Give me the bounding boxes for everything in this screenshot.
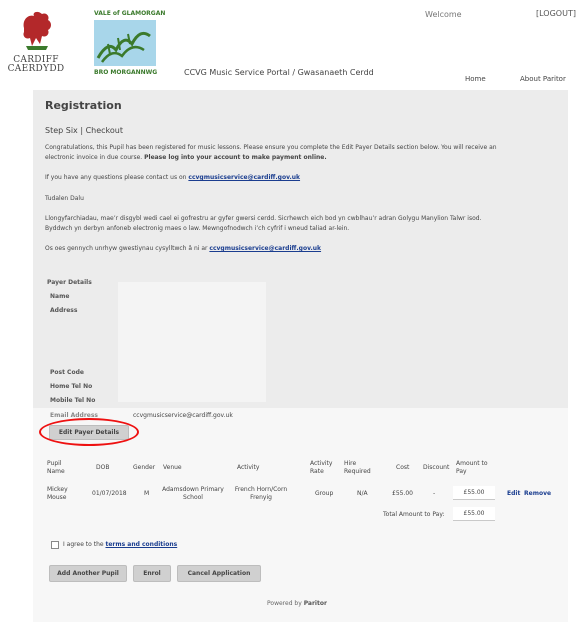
highlight-circle: [39, 418, 139, 446]
payer-email-value: ccvgmusicservice@cardiff.gov.uk: [133, 412, 233, 419]
step-heading: Step Six | Checkout: [45, 126, 123, 135]
row-gender: M: [144, 490, 150, 497]
row-discount: -: [433, 490, 436, 497]
header-hire-required: Hire Required: [344, 460, 371, 476]
header-amount-line2: Pay: [456, 468, 467, 475]
confirmation-text-prefix: electronic invoice in due course.: [45, 154, 145, 161]
header-activity-rate-line1: Activity: [310, 460, 333, 467]
welcome-text: Welcome: [425, 10, 462, 19]
vale-waves-icon: [96, 31, 151, 63]
logout-link[interactable]: [LOGOUT]: [536, 9, 576, 18]
row-remove-link[interactable]: Remove: [524, 490, 551, 497]
header-amount-to-pay: Amount to Pay: [456, 460, 488, 476]
confirmation-text-bold: Please log into your account to make pay…: [144, 154, 327, 161]
payer-mobile-tel-label: Mobile Tel No: [50, 397, 96, 404]
welsh-contact-email-link[interactable]: ccvgmusicservice@cardiff.gov.uk: [209, 245, 321, 252]
row-cost: £55.00: [392, 490, 413, 497]
header-pupil-name: Pupil Name: [47, 460, 65, 476]
header-activity: Activity: [237, 464, 260, 471]
vale-logo-top-text: VALE of GLAMORGAN: [94, 10, 166, 17]
row-venue-line1: Adamsdown Primary: [162, 486, 224, 493]
payer-home-tel-label: Home Tel No: [50, 383, 93, 390]
welsh-contact-prefix: Os oes gennych unrhyw gwestiynau cysyllt…: [45, 245, 210, 252]
payer-name-label: Name: [50, 293, 70, 300]
footer-prefix: Powered by: [267, 600, 304, 607]
confirmation-text-line2: electronic invoice in due course. Please…: [45, 153, 327, 163]
add-another-pupil-button[interactable]: Add Another Pupil: [49, 565, 127, 582]
header-cost: Cost: [396, 464, 410, 471]
cardiff-logo: CARDIFF CAERDYDD: [6, 6, 66, 84]
header-dob: DOB: [96, 464, 110, 471]
welsh-text-line1: Llongyfarchiadau, mae’r disgybl wedi cae…: [45, 215, 482, 222]
vale-of-glamorgan-logo: VALE of GLAMORGAN BRO MORGANNWG: [94, 10, 166, 78]
payer-details-title: Payer Details: [47, 279, 92, 286]
contact-email-link[interactable]: ccvgmusicservice@cardiff.gov.uk: [188, 174, 300, 181]
row-activity-line2: Frenyig: [250, 494, 272, 501]
row-pupil-name: Mickey Mouse: [47, 486, 68, 502]
welsh-contact-line: Os oes gennych unrhyw gwestiynau cysyllt…: [45, 244, 321, 254]
row-venue-line2: School: [183, 494, 203, 501]
dragon-icon: [23, 11, 51, 50]
row-hire-required: N/A: [357, 490, 368, 497]
header-discount: Discount: [423, 464, 450, 471]
cancel-application-button[interactable]: Cancel Application: [177, 565, 261, 582]
footer-brand: Paritor: [303, 600, 327, 607]
portal-title: CCVG Music Service Portal / Gwasanaeth C…: [184, 68, 374, 77]
welsh-text-line2: Byddwch yn derbyn anfoneb electronig mae…: [45, 225, 350, 232]
header-hire-line1: Hire: [344, 460, 357, 467]
row-activity-rate: Group: [315, 490, 334, 497]
row-activity-line1: French Horn/Corn: [234, 486, 288, 493]
tudalen-heading: Tudalen Dalu: [45, 195, 84, 202]
caerdydd-logo-text: CAERDYDD: [7, 64, 65, 74]
nav-about-link[interactable]: About Paritor: [520, 75, 566, 83]
terms-line: I agree to the terms and conditions: [63, 540, 177, 550]
row-pupil-last: Mouse: [47, 494, 67, 501]
header-hire-line2: Required: [344, 468, 371, 475]
header-activity-rate: Activity Rate: [310, 460, 332, 476]
payer-postcode-label: Post Code: [50, 369, 84, 376]
terms-link[interactable]: terms and conditions: [105, 541, 177, 548]
total-amount-label: Total Amount to Pay:: [383, 511, 445, 518]
contact-prefix: If you have any questions please contact…: [45, 174, 189, 181]
page-title: Registration: [45, 99, 122, 112]
contact-line: If you have any questions please contact…: [45, 173, 300, 183]
row-venue: Adamsdown Primary School: [161, 486, 225, 502]
site-header: CARDIFF CAERDYDD VALE of GLAMORGAN BRO M…: [0, 0, 583, 90]
payer-address-label: Address: [50, 307, 78, 314]
header-venue: Venue: [163, 464, 182, 471]
nav-home-link[interactable]: Home: [465, 75, 486, 83]
vale-logo-graphic: [94, 20, 156, 66]
payer-details-values-box: [118, 282, 266, 402]
header-activity-rate-line2: Rate: [310, 468, 324, 475]
row-activity: French Horn/Corn Frenyig: [229, 486, 293, 502]
row-dob: 01/07/2018: [92, 490, 127, 497]
row-pupil-first: Mickey: [47, 486, 68, 493]
footer-powered-by: Powered by Paritor: [267, 600, 327, 607]
vale-logo-bottom-text: BRO MORGANNWG: [94, 69, 158, 76]
header-pupil-line2: Name: [47, 468, 65, 475]
registration-panel: Registration Step Six | Checkout Congrat…: [33, 90, 568, 622]
terms-checkbox[interactable]: [51, 541, 59, 549]
enrol-button[interactable]: Enrol: [133, 565, 171, 582]
header-pupil-line1: Pupil: [47, 460, 62, 467]
header-amount-line1: Amount to: [456, 460, 488, 467]
row-amount-to-pay: £55.00: [453, 486, 495, 500]
total-amount-value: £55.00: [453, 507, 495, 521]
header-gender: Gender: [133, 464, 156, 471]
row-edit-link[interactable]: Edit: [507, 490, 520, 497]
terms-prefix: I agree to the: [63, 541, 106, 548]
confirmation-text-line1: Congratulations, this Pupil has been reg…: [45, 144, 497, 151]
